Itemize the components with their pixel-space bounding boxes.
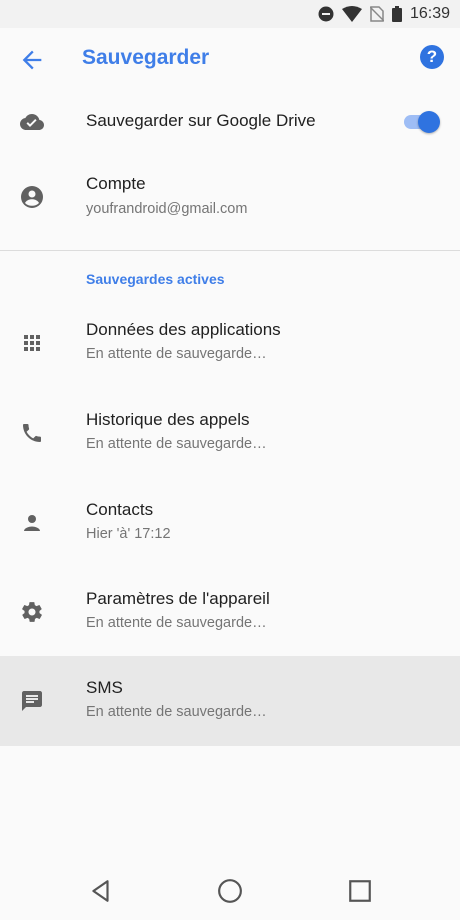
divider [0,250,460,251]
toggle-thumb [418,111,440,133]
list-item-title: Données des applications [86,320,281,339]
battery-icon [391,6,402,22]
phone-icon [23,424,41,442]
list-item-subtitle: Hier 'à' 17:12 [86,526,171,542]
section-header: Sauvegardes actives [86,271,225,287]
help-icon[interactable]: ? [420,45,444,69]
list-item-title: Contacts [86,500,154,519]
list-item-title: Historique des appels [86,410,250,429]
apps-grid-icon [24,335,40,351]
account-email: youfrandroid@gmail.com [86,201,248,217]
list-item-title: SMS [86,678,123,697]
back-triangle-icon[interactable] [88,878,114,904]
home-circle-icon[interactable] [217,878,243,904]
list-item-subtitle: En attente de sauvegarde… [86,615,267,631]
drive-backup-label: Sauvegarder sur Google Drive [86,111,316,130]
cloud-done-icon [20,114,44,130]
list-item-subtitle: En attente de sauvegarde… [86,346,267,362]
list-item-title: Paramètres de l'appareil [86,589,270,608]
person-icon [24,515,40,531]
status-time: 16:39 [409,5,450,22]
app-bar: Sauvegarder ? [0,28,460,90]
navigation-bar [0,860,460,920]
drive-backup-toggle[interactable] [400,110,440,134]
account-label: Compte [86,174,146,193]
status-bar: 16:39 [0,0,460,28]
list-item-subtitle: En attente de sauvegarde… [86,436,267,452]
no-sim-icon [369,6,384,22]
row-highlight [0,656,460,746]
status-icons: 16:39 [318,4,450,24]
message-icon [22,691,42,711]
wifi-icon [341,6,362,22]
arrow-back-icon[interactable] [18,46,46,74]
do-not-disturb-icon [318,6,334,22]
account-circle-icon [21,186,43,208]
settings-gear-icon [22,602,42,622]
list-item-subtitle: En attente de sauvegarde… [86,704,267,720]
recents-square-icon[interactable] [347,878,373,904]
page-title: Sauvegarder [82,46,210,69]
